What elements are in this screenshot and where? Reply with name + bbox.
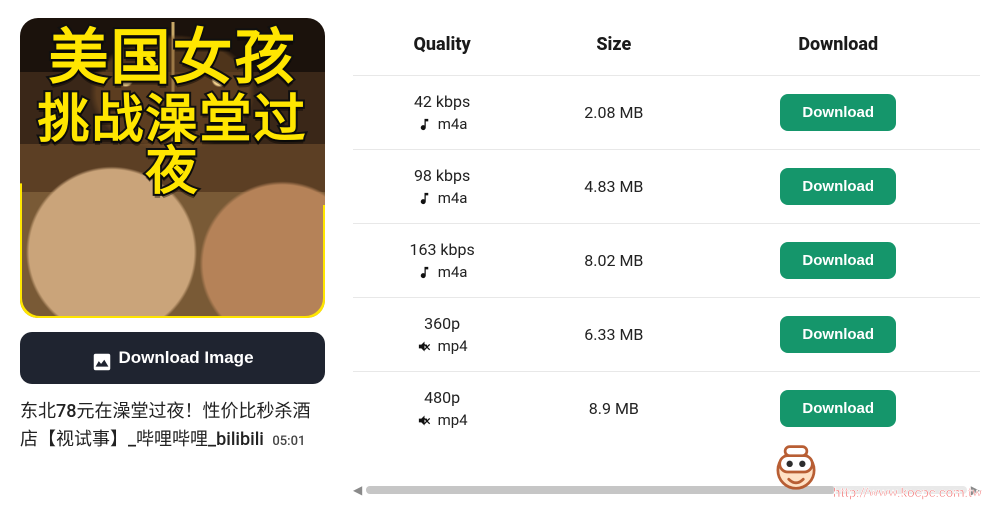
col-quality: Quality [353, 18, 531, 76]
download-cell: Download [696, 372, 980, 446]
download-image-label: Download Image [118, 348, 253, 368]
download-button[interactable]: Download [780, 168, 896, 205]
table-row: 480p mp4 8.9 MB Download [353, 372, 980, 446]
quality-cell: 163 kbps m4a [353, 224, 531, 298]
image-icon [91, 351, 106, 366]
download-button[interactable]: Download [780, 94, 896, 131]
size-cell: 4.83 MB [531, 150, 696, 224]
download-image-button[interactable]: Download Image [20, 332, 325, 384]
format-value: mp4 [438, 337, 468, 355]
horizontal-scrollbar[interactable]: ◀ ▶ [353, 483, 980, 497]
size-cell: 6.33 MB [531, 298, 696, 372]
video-title: 东北78元在澡堂过夜！性价比秒杀酒店【视试事】_哔哩哔哩_bilibili 05… [20, 398, 325, 454]
quality-value: 42 kbps [363, 92, 521, 111]
quality-value: 480p [363, 388, 521, 407]
format-value: m4a [438, 115, 468, 133]
col-download: Download [696, 18, 980, 76]
download-cell: Download [696, 150, 980, 224]
quality-value: 98 kbps [363, 166, 521, 185]
video-duration: 05:01 [272, 434, 305, 449]
quality-cell: 42 kbps m4a [353, 76, 531, 150]
size-cell: 2.08 MB [531, 76, 696, 150]
muted-speaker-icon [417, 339, 432, 354]
video-thumbnail: 美国女孩 挑战澡堂过夜 [20, 18, 325, 318]
muted-speaker-icon [417, 413, 432, 428]
size-cell: 8.9 MB [531, 372, 696, 446]
format-value: mp4 [438, 411, 468, 429]
table-row: 163 kbps m4a 8.02 MB Download [353, 224, 980, 298]
download-button[interactable]: Download [780, 390, 896, 427]
music-note-icon [417, 265, 432, 280]
quality-cell: 98 kbps m4a [353, 150, 531, 224]
format-value: m4a [438, 189, 468, 207]
download-cell: Download [696, 76, 980, 150]
col-size: Size [531, 18, 696, 76]
scroll-right-arrow[interactable]: ▶ [971, 483, 980, 497]
download-button[interactable]: Download [780, 242, 896, 279]
table-row: 360p mp4 6.33 MB Download [353, 298, 980, 372]
quality-cell: 360p mp4 [353, 298, 531, 372]
scroll-left-arrow[interactable]: ◀ [353, 483, 362, 497]
music-note-icon [417, 117, 432, 132]
format-value: m4a [438, 263, 468, 281]
download-cell: Download [696, 224, 980, 298]
download-button[interactable]: Download [780, 316, 896, 353]
quality-value: 360p [363, 314, 521, 333]
scroll-thumb[interactable] [366, 486, 834, 494]
download-cell: Download [696, 298, 980, 372]
table-row: 42 kbps m4a 2.08 MB Download [353, 76, 980, 150]
quality-value: 163 kbps [363, 240, 521, 259]
music-note-icon [417, 191, 432, 206]
scroll-track[interactable] [366, 486, 967, 494]
formats-table: Quality Size Download 42 kbpsm4a2.08 MBD… [353, 18, 980, 475]
quality-cell: 480p mp4 [353, 372, 531, 446]
size-cell: 8.02 MB [531, 224, 696, 298]
table-row: 98 kbps m4a 4.83 MB Download [353, 150, 980, 224]
